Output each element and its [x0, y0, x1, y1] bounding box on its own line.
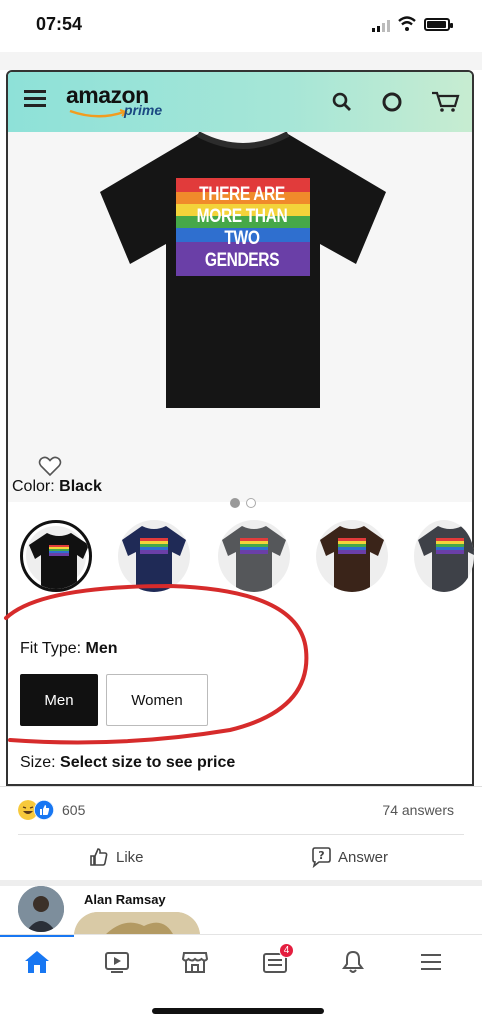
size-value: Select size to see price [60, 754, 236, 771]
prime-label: prime [124, 102, 163, 118]
nav-active-indicator [0, 935, 74, 937]
signal-icon [372, 20, 392, 32]
thumbs-up-icon [90, 848, 108, 866]
heart-icon[interactable] [38, 454, 62, 478]
divider [0, 786, 482, 787]
swatch-shirt-icon [122, 526, 186, 592]
commenter-name[interactable]: Alan Ramsay [84, 892, 166, 907]
bell-icon [342, 950, 364, 973]
post-strip [0, 52, 482, 70]
swatch-shirt-icon [222, 526, 286, 592]
home-icon [25, 951, 49, 973]
comment-image[interactable] [74, 912, 200, 936]
color-swatch-brown[interactable] [316, 520, 388, 592]
nav-menu[interactable] [414, 945, 448, 979]
divider [0, 880, 482, 886]
swatch-shirt-icon [418, 526, 474, 592]
menu-icon[interactable] [24, 90, 46, 108]
amazon-header: amazon prime [8, 72, 472, 132]
wifi-icon [398, 16, 416, 31]
color-swatch-black[interactable] [20, 520, 92, 592]
like-reaction-icon [34, 800, 54, 820]
video-icon [105, 952, 129, 973]
fit-type-value: Men [85, 640, 118, 657]
nav-marketplace[interactable] [178, 945, 212, 979]
alexa-icon[interactable] [380, 90, 404, 114]
home-indicator[interactable] [152, 1008, 324, 1014]
nav-notifications-feed[interactable]: 4 [258, 943, 294, 979]
question-bubble-icon: ? [312, 847, 331, 868]
nav-bell[interactable] [336, 945, 370, 979]
comment-image-content [74, 912, 200, 936]
product-image-area[interactable]: THERE ARE MORE THAN TWO GENDERS [8, 132, 472, 508]
answer-label: Answer [338, 848, 389, 866]
status-time: 07:54 [36, 14, 83, 34]
divider [18, 834, 464, 835]
color-swatch-gray[interactable] [218, 520, 290, 592]
slogan-line-1: THERE ARE [199, 184, 285, 205]
answers-count[interactable]: 74 answers [382, 802, 454, 818]
cart-icon[interactable] [430, 90, 460, 114]
fit-option-women[interactable]: Women [106, 674, 208, 726]
answer-button[interactable]: ? Answer [310, 844, 388, 870]
amazon-smile-icon [69, 109, 128, 118]
color-swatch-charcoal[interactable] [414, 520, 474, 592]
nav-home[interactable] [20, 945, 54, 979]
like-label: Like [116, 848, 144, 866]
battery-icon [424, 18, 453, 31]
marketplace-icon [181, 952, 209, 973]
carousel-dots[interactable] [230, 498, 270, 510]
swatch-shirt-icon [320, 526, 384, 592]
tshirt-slogan: THERE ARE MORE THAN TWO GENDERS [186, 184, 298, 272]
search-icon[interactable] [330, 90, 354, 114]
color-swatch-navy[interactable] [118, 520, 190, 592]
color-value: Black [59, 478, 102, 495]
fit-option-men[interactable]: Men [20, 674, 98, 726]
like-button[interactable]: Like [88, 844, 144, 870]
slogan-line-3: TWO GENDERS [204, 228, 280, 271]
avatar-image [18, 886, 64, 932]
reaction-count: 605 [62, 802, 86, 818]
slogan-line-2: MORE THAN [196, 206, 288, 227]
avatar[interactable] [18, 886, 64, 932]
menu-icon [421, 954, 441, 970]
size-label[interactable]: Size: Select size to see price [20, 754, 235, 772]
notification-badge: 4 [279, 943, 294, 958]
color-label: Color: Black [12, 478, 102, 495]
nav-watch[interactable] [100, 945, 134, 979]
status-bar: 07:54 [0, 0, 482, 52]
svg-text:?: ? [318, 849, 324, 862]
fit-type-label: Fit Type: Men [20, 640, 118, 657]
